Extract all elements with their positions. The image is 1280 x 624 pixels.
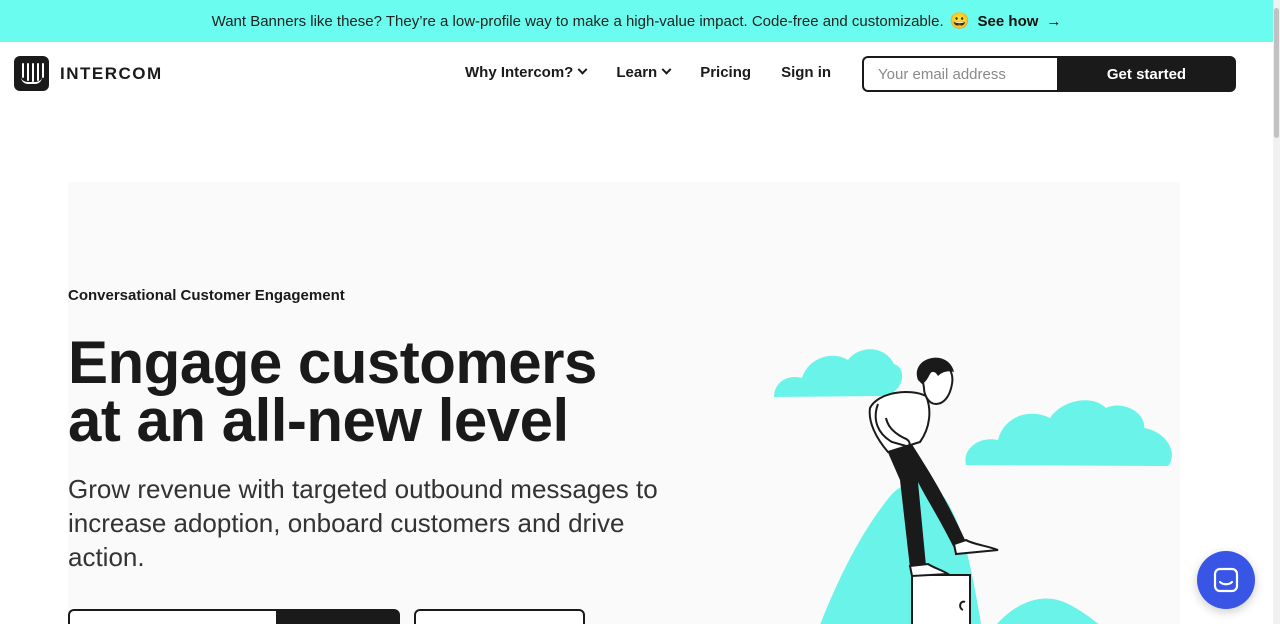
main-nav: Why Intercom? Learn Pricing Sign in [465, 64, 861, 81]
nav-why-intercom-label: Why Intercom? [465, 64, 574, 81]
chevron-down-icon [577, 64, 588, 75]
hero-headline-line-1: Engage customers [68, 329, 597, 396]
email-field[interactable] [862, 56, 1057, 92]
hero-eyebrow: Conversational Customer Engagement [68, 287, 345, 304]
nav-learn[interactable]: Learn [616, 64, 672, 81]
intercom-logo-icon [14, 56, 49, 91]
nav-why-intercom[interactable]: Why Intercom? [465, 64, 588, 81]
get-started-button[interactable]: Get started [1057, 56, 1236, 92]
arrow-right-icon: → [1046, 12, 1062, 30]
nav-pricing-label: Pricing [700, 64, 752, 81]
nav-learn-label: Learn [616, 64, 658, 81]
nav-sign-in[interactable]: Sign in [781, 64, 831, 81]
hero-cta-row [68, 609, 588, 624]
hero-email-field[interactable] [68, 609, 278, 624]
chat-bubble-icon [1213, 567, 1239, 593]
get-started-label: Get started [1106, 65, 1187, 83]
nav-pricing[interactable]: Pricing [700, 64, 751, 81]
hero-secondary-button[interactable] [414, 609, 585, 624]
shoe-front [952, 538, 999, 556]
hero-subhead: Grow revenue with targeted outbound mess… [68, 474, 658, 572]
chevron-down-icon [661, 64, 672, 75]
hero-headline-line-2: at an all-new level [68, 387, 569, 454]
logo-wordmark: INTERCOM [60, 63, 163, 83]
hero-headline: Engage customers at an all-new level [68, 329, 668, 454]
nav-sign-in-label: Sign in [781, 64, 832, 81]
chat-launcher-button[interactable] [1197, 551, 1255, 609]
header-signup-form: Get started [862, 56, 1236, 92]
page: Want Banners like these? They’re a low-p… [0, 0, 1280, 624]
cloud-left [774, 349, 903, 397]
see-how-label: See how [977, 12, 1039, 30]
pedestal [911, 574, 971, 624]
banner-message: Want Banners like these? They’re a low-p… [211, 12, 944, 30]
see-how-link[interactable]: See how → [978, 13, 1062, 30]
hero-illustration [774, 349, 1172, 624]
announcement-banner: Want Banners like these? They’re a low-p… [0, 0, 1273, 42]
intercom-logo[interactable]: INTERCOM [14, 56, 163, 91]
cloud-right [965, 400, 1172, 466]
hill-right [997, 598, 1099, 624]
grinning-face-icon: 😀 [949, 13, 970, 30]
scrollbar-thumb[interactable] [1274, 8, 1279, 138]
hero-primary-button[interactable] [276, 609, 400, 624]
page-scrollbar[interactable] [1273, 0, 1280, 624]
